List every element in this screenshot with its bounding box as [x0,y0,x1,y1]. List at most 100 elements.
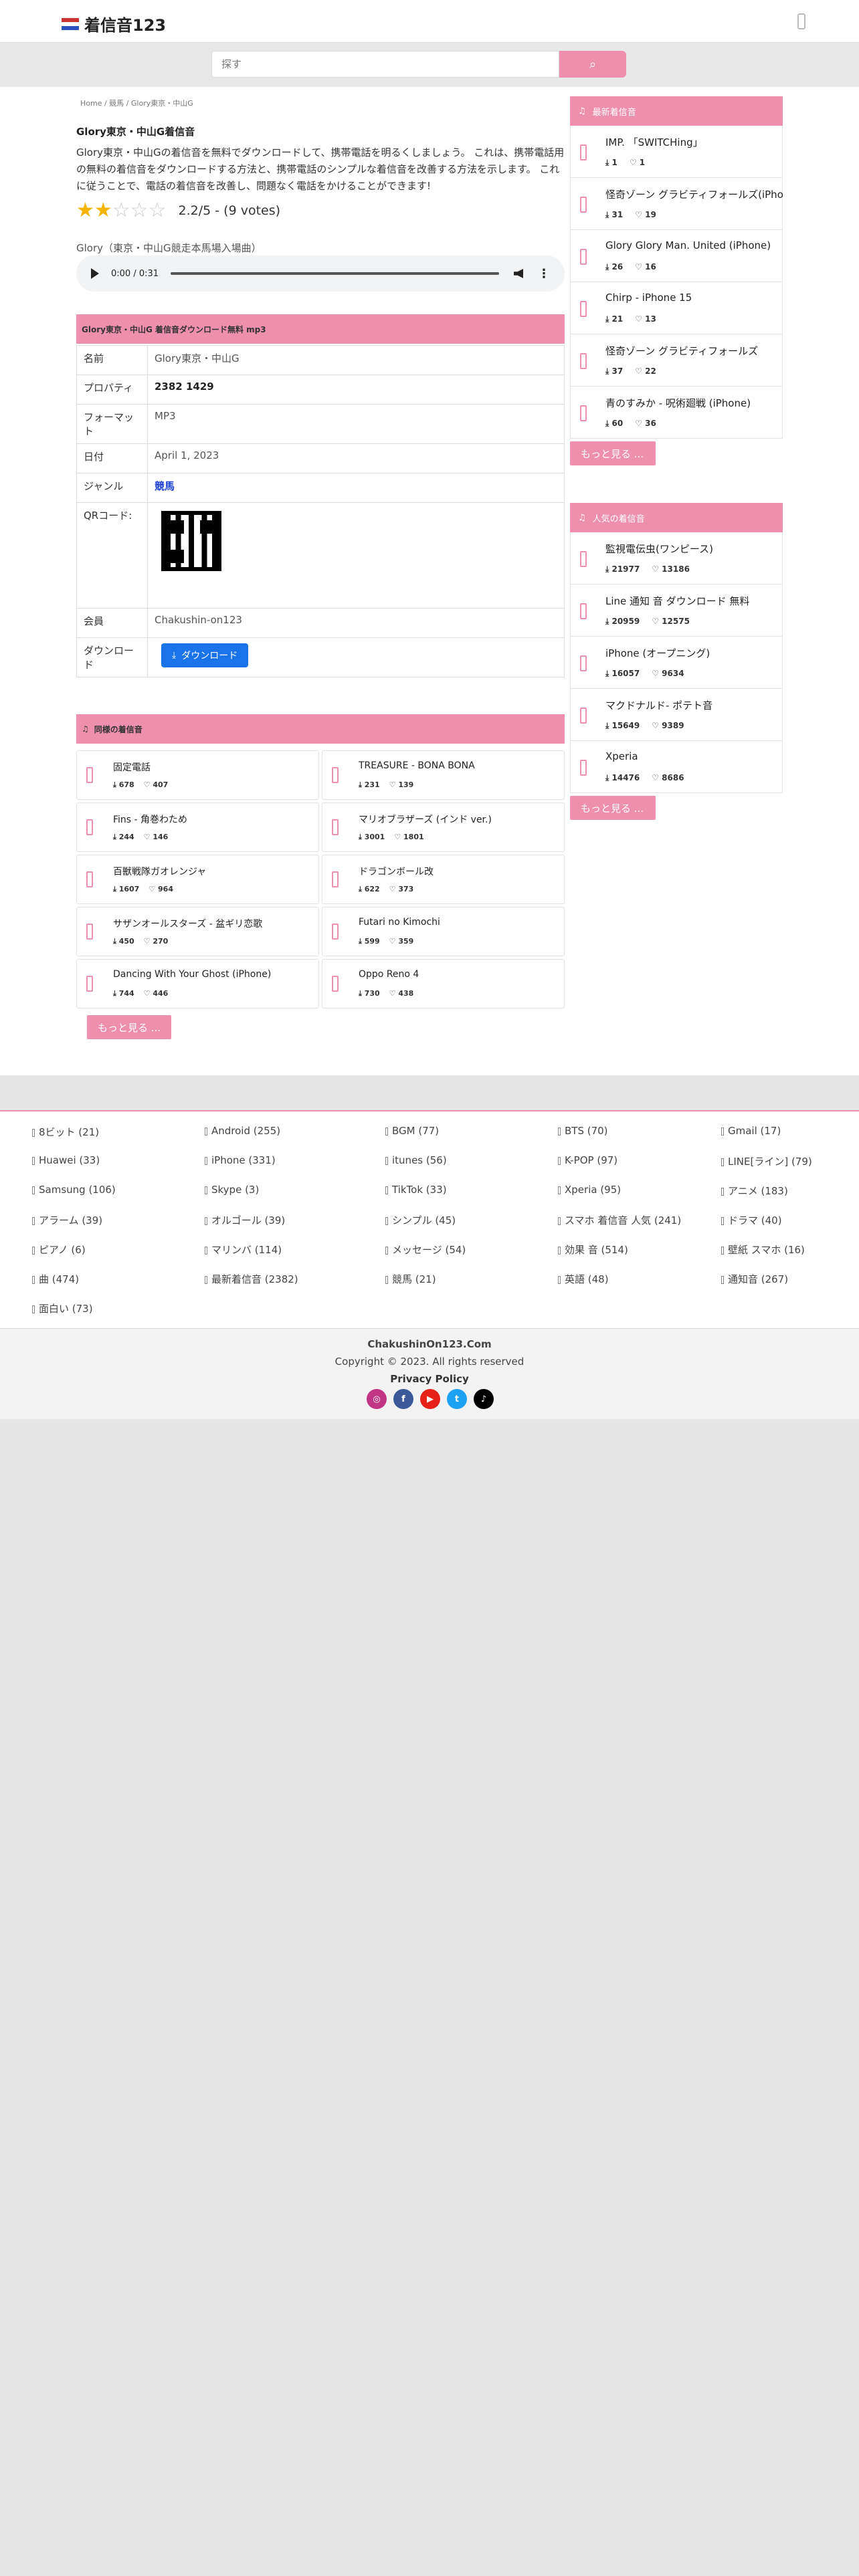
list-item[interactable]: TREASURE - BONA BONA ⤓ 231 ♡ 139 [322,750,565,800]
item-name[interactable]: iPhone (オープニング) [605,646,783,660]
audio-seek-bar[interactable] [171,272,499,275]
list-item[interactable]: ドラゴンボール改 ⤓ 622 ♡ 373 [322,855,565,904]
item-name[interactable]: IMP. 「SWITCHing」 [605,135,783,149]
instagram-icon[interactable]: ◎ [367,1389,387,1409]
tag-link[interactable]: 効果 音 (514) [558,1243,628,1257]
list-item[interactable]: 固定電話 ⤓ 678 ♡ 407 [76,750,319,800]
list-item[interactable]: Dancing With Your Ghost (iPhone) ⤓ 744 ♡ 4… [76,959,319,1008]
menu-toggle-icon[interactable] [797,13,805,29]
list-item[interactable]: Line 通知 音 ダウンロード 無料 ⤓ 20959 ♡ 12575 [570,584,783,637]
item-name[interactable]: Dancing With Your Ghost (iPhone) [113,969,314,980]
list-item[interactable]: Glory Glory Man. United (iPhone) ⤓ 26 ♡ 16 [570,230,783,282]
tag-link[interactable]: ドラマ (40) [721,1213,782,1227]
tag-link[interactable]: Huawei (33) [32,1154,100,1166]
footer-site-name[interactable]: ChakushinOn123.Com [0,1338,859,1350]
list-item[interactable]: Futari no Kimochi ⤓ 599 ♡ 359 [322,907,565,956]
tag-link[interactable]: LINE[ライン] (79) [721,1154,812,1168]
list-item[interactable]: Oppo Reno 4 ⤓ 730 ♡ 438 [322,959,565,1008]
list-item[interactable]: Fins - 角巻わため ⤓ 244 ♡ 146 [76,802,319,852]
list-item[interactable]: マクドナルド- ポテト音 ⤓ 15649 ♡ 9389 [570,689,783,741]
tag-link[interactable]: 面白い (73) [32,1301,93,1315]
item-name[interactable]: ドラゴンボール改 [359,865,559,878]
download-button[interactable]: ⤓ ダウンロード [161,643,249,667]
similar-more-button[interactable]: もっと見る ... [87,1015,172,1039]
tag-link[interactable]: 壁紙 スマホ (16) [721,1243,805,1257]
list-item[interactable]: マリオブラザーズ (インド ver.) ⤓ 3001 ♡ 1801 [322,802,565,852]
item-name[interactable]: TREASURE - BONA BONA [359,760,559,771]
item-name[interactable]: サザンオールスターズ - 盆ギリ恋歌 [113,917,314,930]
privacy-link[interactable]: Privacy Policy [0,1373,859,1385]
genre-link[interactable]: 競馬 [147,473,565,503]
list-item[interactable]: iPhone (オープニング) ⤓ 16057 ♡ 9634 [570,637,783,689]
volume-icon[interactable] [514,269,523,278]
list-item[interactable]: サザンオールスターズ - 盆ギリ恋歌 ⤓ 450 ♡ 270 [76,907,319,956]
search-input[interactable] [211,51,559,78]
search-button[interactable]: ⌕ [559,51,626,78]
item-name[interactable]: Line 通知 音 ダウンロード 無料 [605,594,783,608]
list-item[interactable]: 怪奇ゾーン グラビティフォールズ(iPhone) ⤓ 31 ♡ 19 [570,178,783,230]
star-icon[interactable]: ★ [76,201,94,221]
tag-link[interactable]: Xperia (95) [558,1184,621,1196]
list-item[interactable]: 百獣戦隊ガオレンジャ ⤓ 1607 ♡ 964 [76,855,319,904]
tag-link[interactable]: 曲 (474) [32,1272,79,1286]
tag-link[interactable]: BTS (70) [558,1125,608,1137]
tag-link[interactable]: メッセージ (54) [385,1243,466,1257]
tag-link[interactable]: オルゴール (39) [205,1213,285,1227]
tag-link[interactable]: iPhone (331) [205,1154,276,1166]
item-name[interactable]: Oppo Reno 4 [359,969,559,980]
item-name[interactable]: マクドナルド- ポテト音 [605,698,783,712]
item-name[interactable]: 固定電話 [113,760,314,774]
popular-more-button[interactable]: もっと見る ... [570,796,656,820]
item-name[interactable]: Chirp - iPhone 15 [605,292,783,304]
list-item[interactable]: 怪奇ゾーン グラビティフォールズ ⤓ 37 ♡ 22 [570,334,783,387]
list-item[interactable]: 監視電伝虫(ワンピース) ⤓ 21977 ♡ 13186 [570,532,783,584]
tag-link[interactable]: 競馬 (21) [385,1272,436,1286]
tag-link[interactable]: Gmail (17) [721,1125,781,1137]
tag-link[interactable]: TikTok (33) [385,1184,447,1196]
breadcrumb[interactable]: Home / 競馬 / Glory東京・中山G [80,98,193,108]
tag-link[interactable]: BGM (77) [385,1125,439,1137]
star-icon[interactable]: ★ [94,201,112,221]
item-name[interactable]: Futari no Kimochi [359,917,559,928]
item-name[interactable]: Fins - 角巻わため [113,813,314,826]
list-item[interactable]: IMP. 「SWITCHing」 ⤓ 1 ♡ 1 [570,126,783,178]
star-icon[interactable]: ☆ [112,201,130,221]
star-icon[interactable]: ☆ [130,201,149,221]
item-name[interactable]: 百獣戦隊ガオレンジャ [113,865,314,878]
item-name[interactable]: Xperia [605,750,783,762]
facebook-icon[interactable]: f [393,1389,413,1409]
tag-link[interactable]: Skype (3) [205,1184,259,1196]
tag-link[interactable]: マリンバ (114) [205,1243,282,1257]
tag-link[interactable]: アニメ (183) [721,1184,788,1198]
item-name[interactable]: 怪奇ゾーン グラビティフォールズ [605,344,783,358]
item-name[interactable]: 青のすみか - 呪術廻戦 (iPhone) [605,396,783,410]
tag-link[interactable]: スマホ 着信音 人気 (241) [558,1213,681,1227]
tag-link[interactable]: ピアノ (6) [32,1243,86,1257]
list-item[interactable]: 青のすみか - 呪術廻戦 (iPhone) ⤓ 60 ♡ 36 [570,387,783,439]
more-options-icon[interactable]: ⋮ [538,267,550,281]
play-icon[interactable] [91,268,99,279]
tiktok-icon[interactable]: ♪ [474,1389,494,1409]
youtube-icon[interactable]: ▶ [420,1389,440,1409]
item-name[interactable]: 怪奇ゾーン グラビティフォールズ(iPhone) [605,187,783,201]
item-name[interactable]: マリオブラザーズ (インド ver.) [359,813,559,826]
tag-link[interactable]: 英語 (48) [558,1272,609,1286]
item-name[interactable]: 監視電伝虫(ワンピース) [605,542,783,556]
tag-link[interactable]: 通知音 (267) [721,1272,788,1286]
tag-link[interactable]: シンプル (45) [385,1213,456,1227]
tag-link[interactable]: K-POP (97) [558,1154,617,1166]
tag-link[interactable]: アラーム (39) [32,1213,102,1227]
tag-link[interactable]: 最新着信音 (2382) [205,1272,298,1286]
tag-link[interactable]: Android (255) [205,1125,280,1137]
latest-more-button[interactable]: もっと見る ... [570,441,656,465]
tag-link[interactable]: 8ビット (21) [32,1125,99,1139]
tag-link[interactable]: Samsung (106) [32,1184,116,1196]
list-item[interactable]: Chirp - iPhone 15 ⤓ 21 ♡ 13 [570,282,783,334]
star-rating[interactable]: ★ ★ ☆ ☆ ☆ 2.2/5 - (9 votes) [76,201,280,221]
tag-link[interactable]: itunes (56) [385,1154,447,1166]
star-icon[interactable]: ☆ [149,201,167,221]
list-item[interactable]: Xperia ⤓ 14476 ♡ 8686 [570,741,783,793]
site-logo[interactable]: 着信音123 [62,12,166,35]
item-name[interactable]: Glory Glory Man. United (iPhone) [605,239,783,251]
twitter-icon[interactable]: t [447,1389,467,1409]
